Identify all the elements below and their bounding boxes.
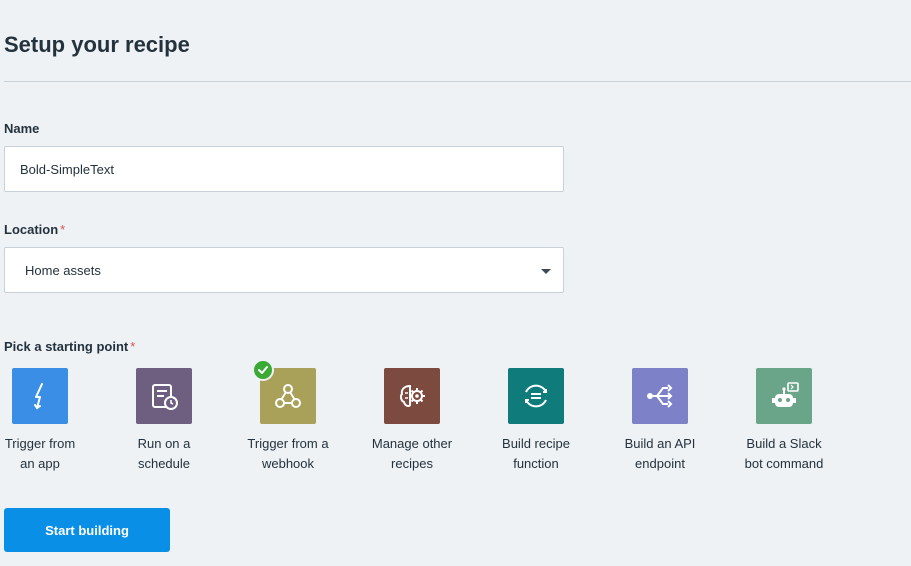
option-label: Trigger from an app (4, 436, 76, 471)
option-label: Run on a schedule (137, 436, 191, 471)
start-building-button[interactable]: Start building (4, 508, 170, 552)
option-build-api-endpoint[interactable]: Build an API endpoint (615, 368, 705, 474)
option-label: Manage other recipes (371, 436, 453, 471)
option-trigger-from-app[interactable]: Trigger from an app (0, 368, 85, 474)
setup-recipe-page: Setup your recipe Name Bold-SimpleText L… (0, 0, 911, 566)
location-label-text: Location (4, 222, 59, 237)
option-label: Build recipe function (502, 436, 570, 471)
option-run-on-schedule[interactable]: Run on a schedule (119, 368, 209, 474)
webhook-icon (252, 359, 316, 424)
starting-point-label-text: Pick a starting point (4, 339, 129, 354)
option-build-recipe-function[interactable]: Build recipe function (491, 368, 581, 474)
option-trigger-from-webhook[interactable]: Trigger from a webhook (243, 359, 333, 474)
option-label: Build a Slack bot command (744, 436, 824, 471)
schedule-icon (136, 368, 192, 424)
brain-gear-icon (384, 368, 440, 424)
name-input-value: Bold-SimpleText (20, 161, 114, 177)
name-label: Name (4, 121, 40, 136)
location-select-value: Home assets (25, 262, 101, 278)
slack-bot-icon (756, 368, 812, 424)
required-marker: * (130, 339, 136, 354)
option-label: Trigger from a webhook (247, 436, 329, 471)
api-icon (632, 368, 688, 424)
required-marker: * (60, 222, 66, 237)
starting-point-label: Pick a starting point * (4, 339, 135, 354)
option-manage-other-recipes[interactable]: Manage other recipes (367, 368, 457, 474)
selected-check-icon (252, 359, 274, 381)
function-icon (508, 368, 564, 424)
option-label: Build an API endpoint (624, 436, 696, 471)
chevron-down-icon (541, 269, 551, 274)
page-title: Setup your recipe (4, 32, 190, 57)
option-build-slack-bot-command[interactable]: Build a Slack bot command (739, 368, 829, 474)
name-input[interactable]: Bold-SimpleText (4, 146, 564, 192)
location-select[interactable]: Home assets (4, 247, 564, 293)
lightning-icon (12, 368, 68, 424)
header-divider (4, 81, 911, 82)
location-label: Location * (4, 222, 65, 237)
